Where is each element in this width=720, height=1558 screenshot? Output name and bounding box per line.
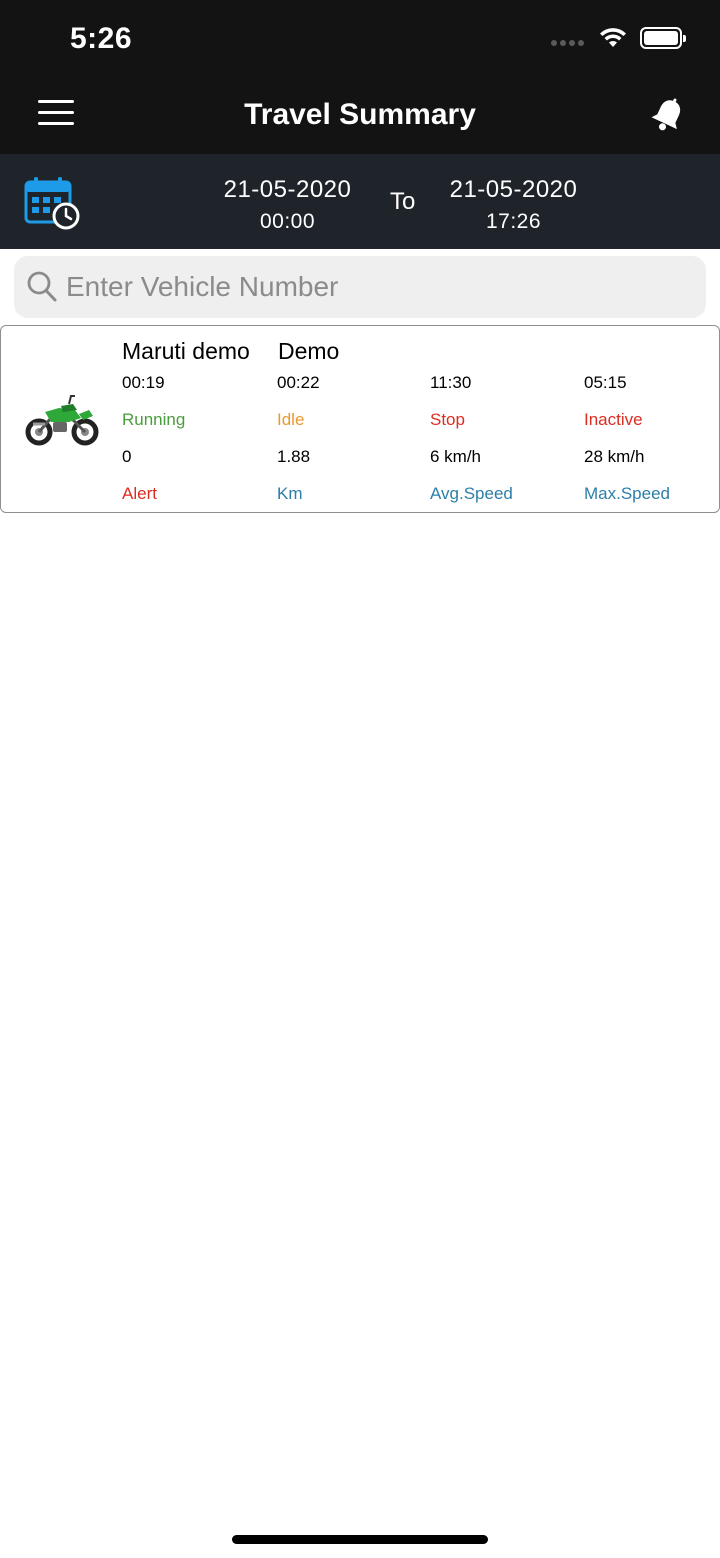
status-icons: [551, 27, 686, 49]
status-bar: 5:26: [0, 0, 720, 78]
nav-bar: Travel Summary: [0, 78, 720, 154]
vehicle-name: Maruti demo: [122, 338, 250, 364]
alert-count: 0: [122, 447, 132, 466]
calendar-clock-button[interactable]: [24, 176, 82, 232]
from-date-picker[interactable]: 21-05-2020 00:00: [205, 176, 370, 234]
to-date-picker[interactable]: 21-05-2020 17:26: [436, 176, 591, 234]
alert-label: Alert: [122, 484, 157, 503]
page-title: Travel Summary: [244, 98, 476, 131]
distance-value: 1.88: [277, 447, 311, 466]
search-icon: [27, 271, 57, 302]
to-time: 17:26: [485, 210, 542, 233]
from-date: 21-05-2020: [223, 176, 352, 203]
inactive-time: 05:15: [584, 373, 627, 392]
vehicle-group: Demo: [278, 338, 340, 364]
date-separator: To: [390, 188, 416, 215]
cellular-signal-icon: [551, 40, 584, 46]
home-indicator[interactable]: [232, 1535, 488, 1544]
vehicle-search-input[interactable]: [66, 256, 686, 318]
search-bar: [14, 256, 706, 318]
motorcycle-icon: [25, 395, 99, 446]
date-range-bar: 21-05-2020 00:00 To 21-05-2020 17:26: [0, 154, 720, 249]
running-time: 00:19: [122, 373, 165, 392]
vehicle-summary-card[interactable]: Maruti demo Demo 00:19 00:22 11:30 05:15…: [0, 325, 720, 513]
avg-speed-value: 6 km/h: [430, 447, 482, 466]
distance-label: Km: [277, 484, 303, 503]
avg-speed-label: Avg.Speed: [430, 484, 513, 503]
inactive-label: Inactive: [584, 410, 643, 429]
battery-icon: [640, 27, 686, 49]
max-speed-value: 28 km/h: [584, 447, 645, 466]
running-label: Running: [122, 410, 186, 429]
stop-label: Stop: [430, 410, 465, 429]
wifi-icon: [600, 28, 626, 47]
idle-label: Idle: [277, 410, 305, 429]
status-time: 5:26: [70, 22, 133, 55]
from-time: 00:00: [259, 210, 316, 233]
to-date: 21-05-2020: [449, 176, 578, 203]
notification-bell-button[interactable]: [650, 96, 686, 134]
stop-time: 11:30: [430, 373, 472, 392]
idle-time: 00:22: [277, 373, 320, 392]
max-speed-label: Max.Speed: [584, 484, 670, 503]
